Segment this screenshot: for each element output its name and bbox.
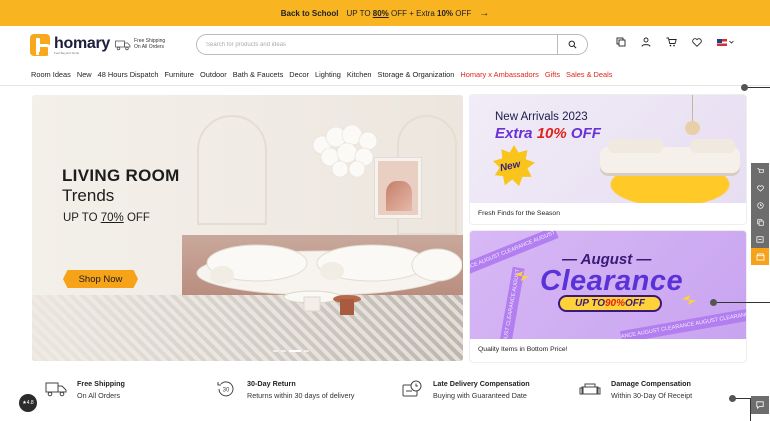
clearance-heading: Clearance	[540, 265, 684, 297]
perk-sub: Returns within 30 days of delivery	[247, 390, 355, 400]
nav-item-sales-deals[interactable]: Sales & Deals	[566, 70, 612, 79]
hero-title: LIVING ROOM	[62, 166, 180, 185]
callout-dot	[729, 395, 736, 402]
promo-arrow-icon: →	[479, 7, 490, 19]
rating-badge[interactable]: ★4.8	[19, 394, 37, 412]
new-arrivals-card[interactable]: New Arrivals 2023 Extra 10% OFF New Fres…	[470, 95, 746, 224]
return-30-icon: 30	[217, 381, 234, 397]
carousel-dot[interactable]	[289, 350, 301, 352]
callout-dot	[741, 84, 748, 91]
clearance-caption: Quality Items in Bottom Price!	[478, 346, 568, 353]
perk-damage-comp[interactable]: Damage Compensation Within 30-Day Of Rece…	[579, 374, 739, 404]
store-icon[interactable]	[751, 248, 769, 265]
free-ship-line2: On All Orders	[134, 44, 165, 50]
chevron-down-icon	[729, 40, 734, 44]
carousel-dot[interactable]	[281, 350, 286, 352]
shop-now-button[interactable]: Shop Now	[63, 270, 138, 288]
search-input[interactable]	[197, 35, 557, 54]
nav-item-bath-faucets[interactable]: Bath & Faucets	[233, 70, 284, 79]
homary-logo[interactable]: homary Feel Beyond Smile	[30, 34, 115, 56]
hero-banner[interactable]: LIVING ROOM Trends UP TO 70% OFF Shop No…	[32, 95, 463, 361]
search-icon	[568, 40, 577, 49]
nav-item-outdoor[interactable]: Outdoor	[200, 70, 227, 79]
callout-dot	[710, 299, 717, 306]
august-clearance-card[interactable]: ANCE AUGUST CLEARANCE AUGUST CLEARANCE A…	[470, 231, 746, 362]
perk-30-day-return[interactable]: 30 30-Day Return Returns within 30 days o…	[215, 374, 401, 404]
truck-icon	[115, 40, 131, 50]
nav-item-decor[interactable]: Decor	[289, 70, 309, 79]
clearance-offer: UP TO 90% OFF	[558, 295, 662, 312]
perk-title: 30-Day Return	[247, 378, 296, 388]
search-button[interactable]	[557, 35, 587, 54]
chandelier-image	[312, 124, 378, 178]
clearance-tape: ANCE AUGUST CLEARANCE AUGUST CLEARANCE A…	[495, 266, 525, 339]
callout-line	[745, 87, 770, 88]
damage-sofa-icon	[579, 383, 601, 395]
coupon-icon[interactable]	[756, 231, 764, 248]
compare-icon[interactable]	[616, 37, 626, 47]
carousel-dots[interactable]	[273, 350, 309, 352]
perk-late-delivery[interactable]: Late Delivery Compensation Buying with Gu…	[401, 374, 579, 404]
nav-item-homary-x-ambassadors[interactable]: Homary x Ambassadors	[460, 70, 538, 79]
promo-offer: UP TO 80% OFF + Extra 10% OFF	[346, 8, 472, 18]
header: homary Feel Beyond Smile Free Shipping On…	[0, 26, 770, 64]
lightning-icon	[682, 295, 696, 305]
nav-item-storage-organization[interactable]: Storage & Organization	[378, 70, 455, 79]
perk-title: Damage Compensation	[611, 378, 691, 388]
floating-side-rail	[751, 163, 769, 265]
perk-free-shipping[interactable]: Free Shipping On All Orders	[45, 374, 215, 404]
callout-line	[750, 398, 751, 421]
main-content: LIVING ROOM Trends UP TO 70% OFF Shop No…	[0, 94, 770, 421]
coffee-table-image	[283, 290, 361, 315]
account-icon[interactable]	[641, 37, 651, 47]
wishlist-heart-icon[interactable]	[756, 180, 764, 197]
perk-title: Late Delivery Compensation	[433, 378, 530, 388]
promo-prefix: Back to School	[280, 8, 339, 18]
nav-item-new[interactable]: New	[77, 70, 92, 79]
country-selector[interactable]	[717, 38, 734, 46]
feedback-icon[interactable]	[751, 396, 769, 414]
nav-item-furniture[interactable]: Furniture	[164, 70, 194, 79]
free-shipping-badge: Free Shipping On All Orders	[115, 38, 187, 51]
compare-icon[interactable]	[756, 214, 764, 231]
nav-item-room-ideas[interactable]: Room Ideas	[31, 70, 71, 79]
truck-icon	[45, 382, 67, 397]
perk-title: Free Shipping	[77, 378, 125, 388]
carousel-dot[interactable]	[304, 350, 309, 352]
pendant-lamp-icon	[685, 121, 700, 135]
nav-item-48-hours-dispatch[interactable]: 48 Hours Dispatch	[98, 70, 159, 79]
history-clock-icon[interactable]	[756, 197, 764, 214]
promo-bar[interactable]: Back to School UP TO 80% OFF + Extra 10%…	[0, 0, 770, 26]
logo-mark-icon	[30, 34, 51, 56]
hero-subtitle: Trends	[62, 186, 115, 205]
hero-offer: UP TO 70% OFF	[63, 212, 150, 224]
main-nav: Room Ideas New 48 Hours Dispatch Furniture O…	[0, 64, 770, 86]
new-arrivals-offer: Extra 10% OFF	[495, 125, 601, 142]
logo-tagline: Feel Beyond Smile	[54, 50, 80, 55]
clock-delivery-icon	[402, 380, 422, 397]
cart-icon[interactable]	[756, 163, 764, 180]
us-flag-icon	[717, 38, 727, 46]
nav-item-kitchen[interactable]: Kitchen	[347, 70, 372, 79]
search-bar	[196, 34, 588, 55]
clearance-banner: ANCE AUGUST CLEARANCE AUGUST CLEARANCE A…	[470, 231, 746, 339]
nav-item-lighting[interactable]: Lighting	[315, 70, 341, 79]
svg-text:30: 30	[223, 388, 230, 394]
perks-strip: Free Shipping On All Orders 30 30-Day Ret…	[45, 374, 745, 404]
carousel-dot[interactable]	[273, 350, 278, 352]
logo-word: homary	[54, 34, 110, 52]
new-arrivals-caption: Fresh Finds for the Season	[478, 210, 560, 217]
nav-item-gifts[interactable]: Gifts	[545, 70, 560, 79]
wishlist-heart-icon[interactable]	[692, 37, 702, 47]
new-arrivals-banner: New Arrivals 2023 Extra 10% OFF New	[470, 95, 746, 203]
callout-line	[714, 302, 770, 303]
perk-sub: Buying with Guaranteed Date	[433, 390, 527, 400]
cart-icon[interactable]	[666, 37, 677, 47]
perk-sub: On All Orders	[77, 390, 121, 400]
perk-sub: Within 30-Day Of Receipt	[611, 390, 693, 400]
new-arrivals-heading: New Arrivals 2023	[495, 111, 588, 123]
sofa-image	[600, 139, 740, 173]
